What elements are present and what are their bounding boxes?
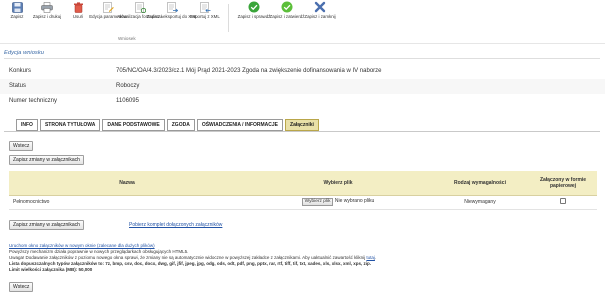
requirement-type-value: Niewymagany [431,195,529,210]
tab-bar: INFO STRONA TYTUŁOWA DANE PODSTAWOWE ZGO… [16,119,319,131]
check-icon [248,1,260,13]
back-button-top[interactable]: Wstecz [9,141,34,151]
section-title: Edycja wniosku [4,50,44,56]
save-and-check-button-label: Zapisz i sprawdź [237,14,271,19]
header-name: Nazwa [9,171,245,196]
status-value: Roboczy [116,83,140,89]
download-all-attachments-link[interactable]: Pobierz komplet dołączonych załączników [129,222,222,228]
save-and-close-button-label: Zapisz i zamknij [304,14,336,19]
attachments-table: Nazwa Wybierz plik Rodzaj wymagalności Z… [9,171,597,210]
table-header-row: Nazwa Wybierz plik Rodzaj wymagalności Z… [9,171,597,196]
warning-note-text: Uwaga! Dodawanie załączników z poziomu n… [9,255,367,261]
approve-icon [281,1,293,13]
status-label: Status [9,83,27,89]
save-and-check-button[interactable]: Zapisz i sprawdź [237,1,271,19]
konkurs-label: Konkurs [9,68,32,74]
header-choose-file: Wybierz plik [245,171,431,196]
refresh-here-link[interactable]: tutaj [366,255,375,260]
tab-zalaczniki[interactable]: Załączniki [285,119,319,131]
section-divider [4,58,600,59]
info-row-status: Status Roboczy [0,79,605,94]
save-button[interactable]: Zapisz [2,1,32,19]
toolbar-group-label: Wniosek [118,36,136,41]
save-attachments-button-top[interactable]: Zapisz zmiany w załącznikach [9,155,84,165]
print-icon [41,1,53,13]
export-xml-button[interactable]: Zapisz i eksportuj do XML [147,1,197,19]
table-row: Pełnomocnictwo Wybierz plik Nie wybrano … [9,195,597,210]
save-and-approve-button[interactable]: Zapisz i zatwierdź [269,1,305,19]
import-xml-button[interactable]: Importuj z XML [190,1,220,19]
numer-value: 1106095 [116,98,139,104]
toolbar-separator [228,4,229,32]
file-status: Nie wybrano pliku [334,198,375,204]
paper-form-checkbox[interactable] [560,198,566,204]
delete-button-label: Usuń [72,14,84,19]
paper-form-cell [529,195,597,210]
info-row-numer: Numer techniczny 1106095 [0,94,605,109]
save-and-print-button[interactable]: Zapisz i drukuj [32,1,62,19]
open-new-window-link[interactable]: Uruchom okno załączników w nowym oknie (… [9,243,155,248]
close-icon [314,1,326,13]
save-and-close-button[interactable]: Zapisz i zamknij [304,1,336,19]
tab-zgoda[interactable]: ZGODA [166,119,195,131]
attachment-notes: Uruchom okno załączników w nowym oknie (… [9,243,599,273]
back-button-bottom[interactable]: Wstecz [9,282,34,292]
file-picker-cell: Wybierz plik Nie wybrano pliku [245,195,431,210]
tabs-divider [4,131,600,132]
attachment-name: Pełnomocnictwo [9,195,245,210]
save-button-label: Zapisz [10,14,24,19]
import-xml-button-label: Importuj z XML [190,14,220,19]
delete-icon [72,1,84,13]
tab-dane-podstawowe[interactable]: DANE PODSTAWOWE [102,119,165,131]
tab-strona-tytulowa[interactable]: STRONA TYTUŁOWA [39,119,101,131]
size-limit-note: Limit wielkości załącznika (MB): 50,000 [9,267,93,273]
import-xml-icon [199,1,211,13]
edit-params-icon [102,1,114,13]
save-and-approve-button-label: Zapisz i zatwierdź [269,14,305,19]
tab-info[interactable]: INFO [16,119,38,131]
header-paper-form: Załączony w formie papierowej [529,171,597,196]
save-and-print-button-label: Zapisz i drukuj [32,14,62,19]
numer-label: Numer techniczny [9,98,58,104]
save-attachments-button-bottom[interactable]: Zapisz zmiany w załącznikach [9,220,84,230]
toolbar: Zapisz Zapisz i drukuj Usuń Edycja param… [0,0,605,44]
info-row-konkurs: Konkurs 705/NC/OA/4.3/2023/cz.1 Mój Prąd… [0,64,605,79]
header-requirement-type: Rodzaj wymagalności [431,171,529,196]
tab-oswiadczenia[interactable]: OŚWIADCZENIA / INFORMACJE [196,119,284,131]
save-icon [11,1,23,13]
refresh-form-icon [134,1,146,13]
export-xml-icon [166,1,178,13]
konkurs-value: 705/NC/OA/4.3/2023/cz.1 Mój Prąd 2021-20… [116,68,382,74]
choose-file-button[interactable]: Wybierz plik [301,198,334,206]
